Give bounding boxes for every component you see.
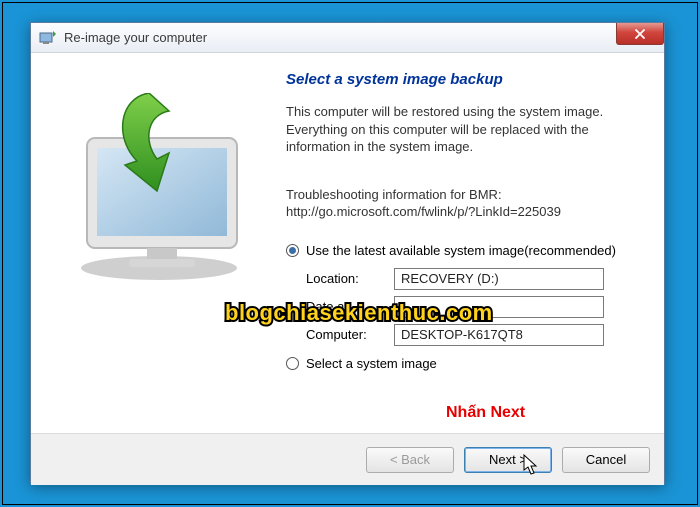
radio-label: Select a system image [306,356,437,371]
button-bar: < Back Next > Cancel [31,433,664,485]
cancel-button[interactable]: Cancel [562,447,650,473]
app-icon [39,29,57,47]
next-button[interactable]: Next > [464,447,552,473]
location-field[interactable] [394,268,604,290]
description-text: This computer will be restored using the… [286,103,640,156]
troubleshoot-line1: Troubleshooting information for BMR: [286,186,640,204]
troubleshoot-link: http://go.microsoft.com/fwlink/p/?LinkId… [286,203,640,221]
radio-select-image[interactable]: Select a system image [286,356,640,371]
computer-label: Computer: [306,327,394,342]
close-button[interactable] [616,23,664,45]
computer-field[interactable] [394,324,604,346]
wizard-dialog: Re-image your computer [30,22,665,484]
location-label: Location: [306,271,394,286]
troubleshoot-info: Troubleshooting information for BMR: htt… [286,186,640,221]
content-pane: Select a system image backup This comput… [286,53,664,433]
page-heading: Select a system image backup [286,71,640,88]
illustration-pane [31,53,286,433]
close-icon [635,29,645,39]
date-label: Date a [306,299,394,314]
date-field[interactable] [394,296,604,318]
radio-use-latest[interactable]: Use the latest available system image(re… [286,243,640,258]
options-group: Use the latest available system image(re… [286,243,640,371]
back-button: < Back [366,447,454,473]
radio-label: Use the latest available system image(re… [306,243,616,258]
radio-icon [286,357,299,370]
radio-icon [286,244,299,257]
reimage-illustration [59,93,259,283]
dialog-body: Select a system image backup This comput… [31,53,664,433]
window-title: Re-image your computer [64,30,207,45]
image-details: Location: Date a Computer: [306,268,640,346]
titlebar: Re-image your computer [31,23,664,53]
